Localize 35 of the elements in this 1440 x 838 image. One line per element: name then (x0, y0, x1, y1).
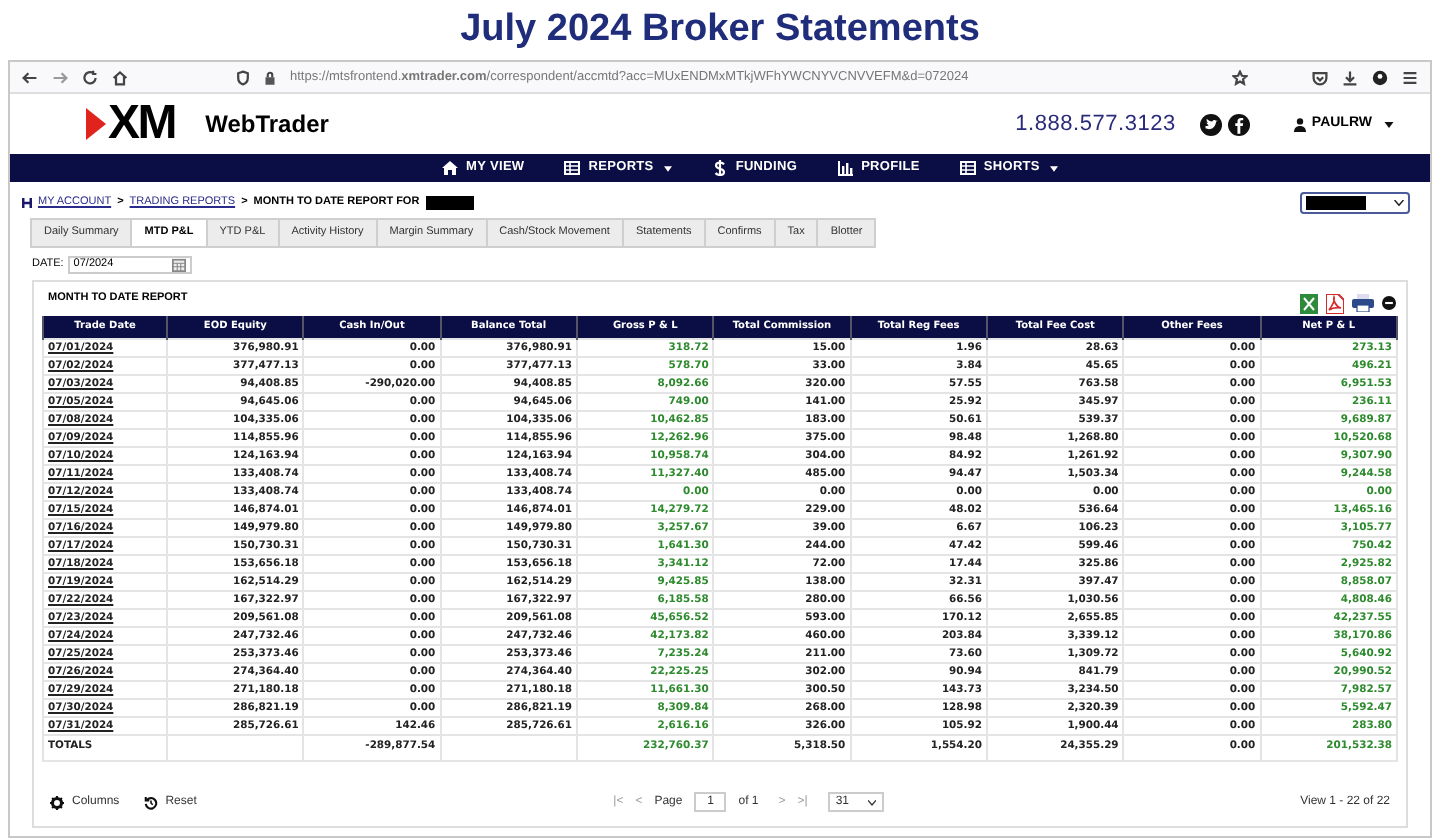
twitter-icon[interactable] (1199, 113, 1222, 135)
forward-icon[interactable] (52, 69, 68, 85)
pocket-icon[interactable] (1312, 69, 1328, 85)
facebook-icon[interactable] (1227, 113, 1250, 135)
gear-icon (50, 795, 64, 809)
dollar-icon (711, 160, 728, 176)
collapse-icon[interactable] (1382, 296, 1396, 310)
back-icon[interactable] (22, 69, 38, 85)
bar-chart-icon (837, 160, 854, 176)
redacted-block (1306, 195, 1366, 209)
download-icon[interactable] (1342, 69, 1358, 85)
table-icon (564, 160, 581, 176)
phone-number: 1.888.577.3123 (1015, 109, 1176, 140)
caret-icon (1384, 121, 1394, 127)
triangle-logo-icon (86, 108, 106, 140)
redacted-block (425, 195, 474, 209)
logo-text: XM (108, 100, 176, 148)
reload-icon[interactable] (82, 69, 98, 85)
account-select[interactable] (1300, 191, 1410, 213)
print-icon[interactable] (1352, 294, 1374, 312)
account-icon[interactable] (1372, 69, 1388, 85)
menu-icon[interactable] (1402, 69, 1418, 85)
caret-icon (1394, 199, 1404, 205)
pdf-icon[interactable] (1326, 293, 1344, 313)
page-title: July 2024 Broker Statements (460, 5, 980, 54)
calendar-icon[interactable] (171, 257, 186, 271)
table-icon (959, 160, 976, 176)
lock-icon (264, 69, 276, 85)
person-icon (1293, 117, 1306, 131)
app-name: WebTrader (205, 108, 329, 142)
spreadsheet-icon[interactable] (1300, 293, 1318, 313)
reset-icon (143, 795, 158, 809)
star-icon[interactable] (1232, 69, 1248, 85)
shield-icon (236, 69, 250, 85)
caret-icon (867, 799, 876, 805)
